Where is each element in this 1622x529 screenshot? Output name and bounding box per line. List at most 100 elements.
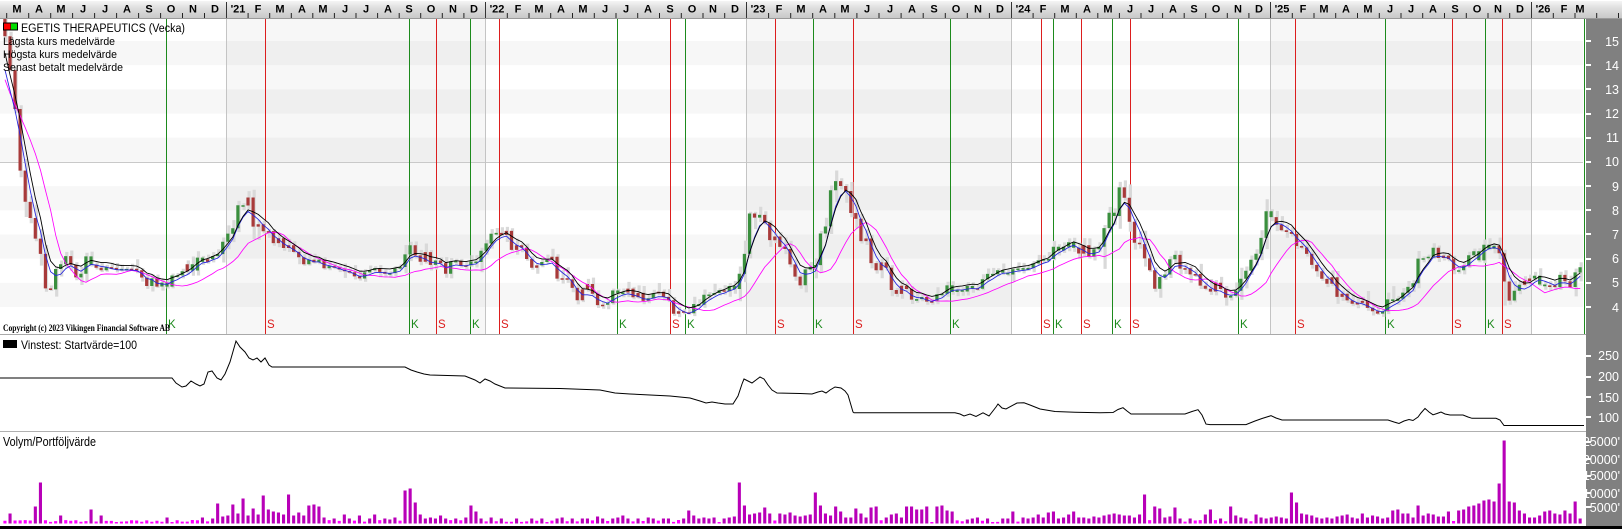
svg-text:S: S: [855, 319, 863, 331]
svg-text:D: D: [470, 4, 478, 16]
svg-text:J: J: [102, 4, 108, 16]
svg-text:O: O: [688, 4, 697, 16]
svg-text:M: M: [796, 4, 805, 16]
svg-text:15: 15: [1605, 35, 1619, 49]
svg-text:S: S: [1043, 319, 1051, 331]
svg-text:S: S: [267, 319, 275, 331]
svg-text:F: F: [1040, 4, 1047, 16]
svg-text:'26: '26: [1536, 4, 1551, 16]
svg-text:J: J: [363, 4, 369, 16]
svg-text:200: 200: [1598, 370, 1619, 384]
svg-text:20000': 20000': [1583, 453, 1620, 467]
svg-text:EGETIS THERAPEUTICS (Vecka): EGETIS THERAPEUTICS (Vecka): [21, 23, 185, 35]
svg-text:J: J: [623, 4, 629, 16]
svg-text:'22: '22: [490, 4, 505, 16]
svg-text:9: 9: [1612, 180, 1619, 194]
svg-text:M: M: [840, 4, 849, 16]
svg-text:11: 11: [1606, 131, 1619, 145]
svg-text:F: F: [776, 4, 783, 16]
svg-text:M: M: [578, 4, 587, 16]
svg-text:J: J: [1408, 4, 1414, 16]
svg-text:M: M: [1575, 4, 1584, 16]
svg-text:A: A: [557, 4, 565, 16]
svg-text:S: S: [1504, 319, 1512, 331]
svg-text:K: K: [619, 319, 627, 331]
svg-text:7: 7: [1612, 228, 1619, 242]
svg-text:D: D: [996, 4, 1004, 16]
svg-text:J: J: [602, 4, 608, 16]
svg-text:A: A: [1429, 4, 1437, 16]
svg-text:J: J: [80, 4, 86, 16]
svg-text:K: K: [1240, 319, 1248, 331]
svg-text:K: K: [1055, 319, 1063, 331]
svg-text:K: K: [1387, 319, 1395, 331]
svg-text:A: A: [908, 4, 916, 16]
svg-text:N: N: [449, 4, 457, 16]
svg-text:A: A: [819, 4, 827, 16]
svg-text:Lägsta kurs medelvärde: Lägsta kurs medelvärde: [3, 36, 115, 48]
svg-text:M: M: [12, 4, 21, 16]
svg-text:M: M: [318, 4, 327, 16]
svg-text:D: D: [1255, 4, 1263, 16]
svg-text:10000': 10000': [1583, 487, 1620, 501]
svg-text:'23: '23: [751, 4, 766, 16]
svg-text:100: 100: [1598, 411, 1619, 425]
svg-text:F: F: [1561, 4, 1568, 16]
svg-text:O: O: [1212, 4, 1221, 16]
svg-text:A: A: [1169, 4, 1177, 16]
svg-text:D: D: [211, 4, 219, 16]
svg-text:O: O: [1473, 4, 1482, 16]
svg-text:15000': 15000': [1583, 469, 1620, 483]
svg-text:A: A: [384, 4, 392, 16]
svg-text:Senast betalt medelvärde: Senast betalt medelvärde: [3, 62, 123, 74]
svg-text:'25: '25: [1275, 4, 1290, 16]
svg-text:150: 150: [1598, 391, 1619, 405]
svg-text:A: A: [644, 4, 652, 16]
svg-text:N: N: [974, 4, 982, 16]
svg-text:A: A: [123, 4, 131, 16]
svg-text:S: S: [1083, 319, 1091, 331]
svg-text:A: A: [35, 4, 43, 16]
svg-text:M: M: [1060, 4, 1069, 16]
svg-text:M: M: [1319, 4, 1328, 16]
svg-text:J: J: [1387, 4, 1393, 16]
svg-text:D: D: [1516, 4, 1524, 16]
svg-text:K: K: [1487, 319, 1495, 331]
svg-text:O: O: [167, 4, 176, 16]
svg-text:O: O: [427, 4, 436, 16]
svg-text:S: S: [1190, 4, 1197, 16]
svg-text:S: S: [1454, 319, 1462, 331]
svg-text:A: A: [1083, 4, 1091, 16]
svg-text:M: M: [1363, 4, 1372, 16]
svg-text:S: S: [777, 319, 785, 331]
svg-text:F: F: [1300, 4, 1307, 16]
svg-text:N: N: [709, 4, 717, 16]
svg-text:5000': 5000': [1590, 501, 1620, 515]
svg-text:D: D: [731, 4, 739, 16]
svg-text:S: S: [1132, 319, 1140, 331]
svg-text:K: K: [411, 319, 419, 331]
svg-text:J: J: [1148, 4, 1154, 16]
svg-text:J: J: [1127, 4, 1133, 16]
svg-text:Högsta kurs medelvärde: Högsta kurs medelvärde: [3, 49, 117, 61]
svg-text:F: F: [255, 4, 262, 16]
svg-text:K: K: [472, 319, 480, 331]
svg-text:13: 13: [1605, 83, 1619, 97]
svg-text:A: A: [1342, 4, 1350, 16]
svg-text:N: N: [1494, 4, 1502, 16]
svg-text:S: S: [501, 319, 509, 331]
svg-text:'24: '24: [1016, 4, 1032, 16]
svg-text:5: 5: [1612, 276, 1619, 290]
svg-text:4: 4: [1612, 301, 1619, 315]
svg-text:K: K: [952, 319, 960, 331]
svg-text:F: F: [515, 4, 522, 16]
svg-text:S: S: [672, 319, 680, 331]
svg-text:S: S: [666, 4, 673, 16]
svg-text:S: S: [930, 4, 937, 16]
svg-text:S: S: [145, 4, 152, 16]
svg-text:12: 12: [1605, 107, 1619, 121]
svg-text:J: J: [342, 4, 348, 16]
svg-text:6: 6: [1612, 252, 1619, 266]
svg-text:A: A: [298, 4, 306, 16]
svg-text:J: J: [887, 4, 893, 16]
